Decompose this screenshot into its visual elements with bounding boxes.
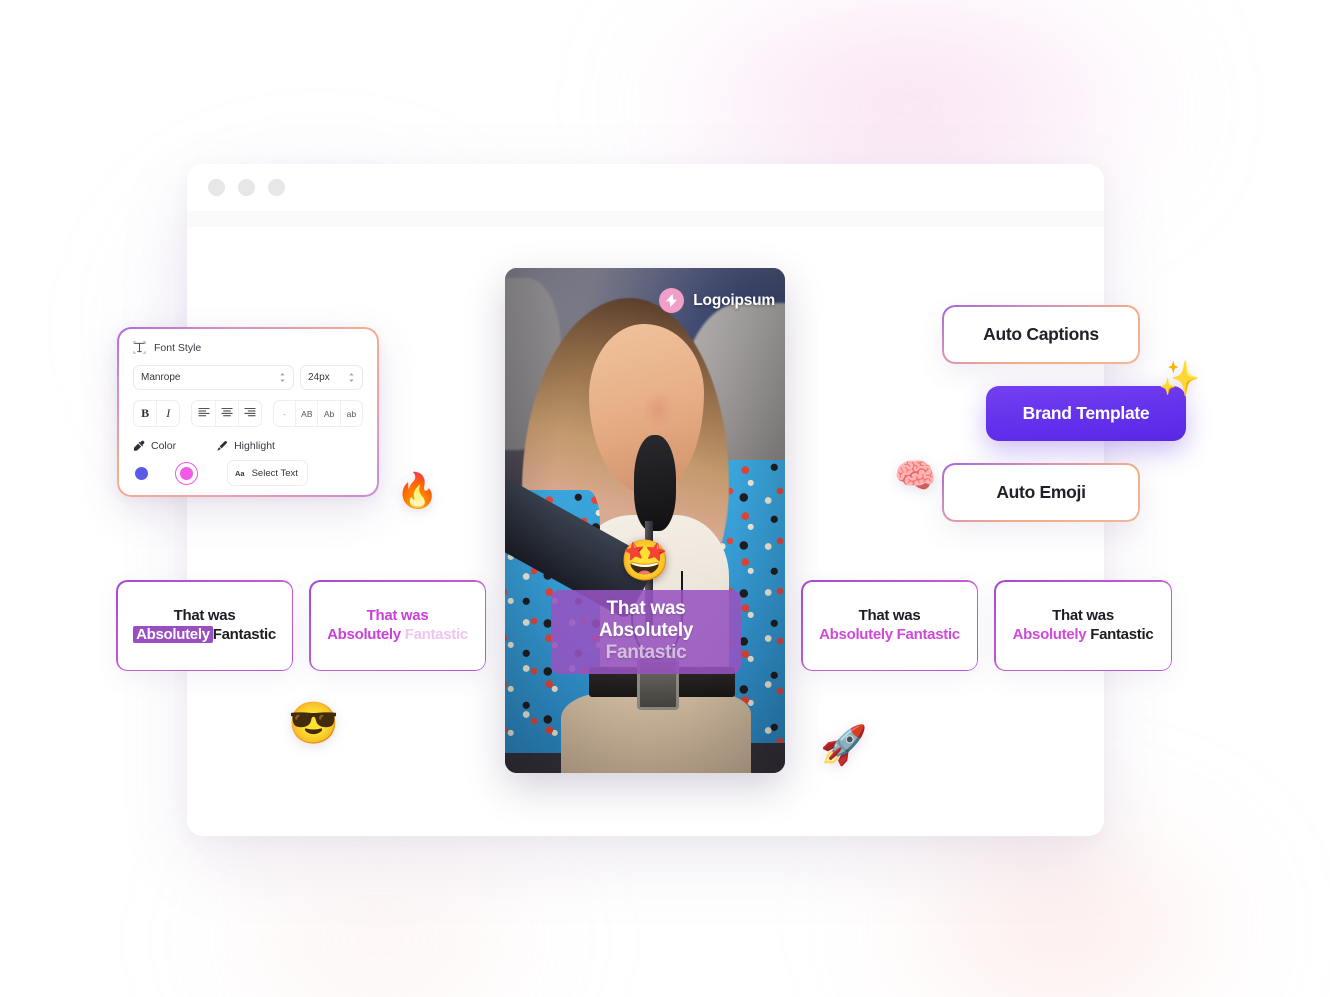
caption-line1: That was: [173, 607, 236, 625]
color-swatch[interactable]: [135, 466, 148, 480]
video-vignette: [505, 268, 785, 773]
caption-style-card-mixed[interactable]: That was Absolutely Fantastic: [994, 580, 1172, 671]
window-close-dot[interactable]: [208, 179, 225, 196]
video-logo-text: Logoipsum: [693, 291, 775, 309]
feature-chip-brand-template[interactable]: Brand Template: [986, 386, 1186, 441]
video-logo-watermark: Logoipsum: [659, 288, 775, 313]
bold-label: B: [141, 406, 150, 420]
caption-card-text: That was Absolutely Fantastic: [327, 607, 468, 644]
align-left-button[interactable]: [192, 401, 216, 426]
font-family-select[interactable]: Manrope: [133, 365, 294, 390]
caption-line1: That was: [858, 607, 921, 625]
case-none-button[interactable]: -: [273, 401, 297, 426]
case-lowercase-button[interactable]: ab: [340, 401, 362, 426]
caption-card-text: That was Absolutely Fantastic: [819, 607, 960, 644]
sunglasses-emoji: 😎: [288, 700, 340, 746]
eyedropper-icon: [133, 440, 145, 452]
brain-emoji: 🧠: [894, 457, 937, 495]
page-root: Logoipsum 🤩 That was Absolutely Fantasti…: [0, 0, 1330, 997]
caption-style-card-fade[interactable]: That was Absolutely Fantastic: [309, 580, 486, 671]
video-preview-card[interactable]: Logoipsum 🤩 That was Absolutely Fantasti…: [505, 268, 785, 773]
case-uppercase-button[interactable]: AB: [296, 401, 319, 426]
window-minimize-dot[interactable]: [238, 179, 255, 196]
bold-button[interactable]: B: [134, 401, 158, 426]
highlight-swatch: [180, 466, 193, 480]
sparkles-emoji: ✨: [1158, 360, 1201, 398]
font-style-panel-title: Font Style: [154, 341, 202, 354]
italic-button[interactable]: I: [157, 401, 180, 426]
font-style-panel[interactable]: Font Style Manrope 24px B I - AB Ab ab C…: [117, 327, 379, 497]
rocket-emoji: 🚀: [820, 725, 868, 767]
stepper-icon[interactable]: [279, 372, 286, 383]
select-text-label: Select Text: [251, 467, 298, 479]
swatch-row: Aa Select Text: [133, 460, 363, 486]
video-caption-line1: That was: [606, 598, 686, 619]
caption-card-text: That was Absolutely Fantastic: [1013, 607, 1154, 644]
font-style-panel-header: Font Style: [133, 341, 363, 354]
video-caption-overlay[interactable]: That was Absolutely Fantastic: [551, 590, 741, 675]
align-left-icon: [197, 407, 210, 420]
color-label-group: Color: [133, 440, 176, 452]
color-section-header: Color Highlight: [133, 440, 363, 452]
caption-style-card-magenta[interactable]: That was Absolutely Fantastic: [801, 580, 978, 671]
font-size-select[interactable]: 24px: [300, 365, 363, 390]
align-right-icon: [244, 407, 256, 420]
stepper-icon[interactable]: [348, 372, 355, 383]
feature-chip-auto-captions[interactable]: Auto Captions: [942, 305, 1140, 364]
color-label: Color: [151, 440, 177, 452]
caption-line2: Absolutely Fantastic: [819, 625, 960, 643]
highlight-swatch-selected[interactable]: [175, 461, 198, 485]
video-caption-word-dim: Fantastic: [605, 642, 687, 664]
italic-label: I: [166, 406, 171, 420]
caption-word-plain: Fantastic: [1090, 625, 1154, 643]
align-center-button[interactable]: [215, 401, 239, 426]
caption-word-strong: Absolutely: [327, 625, 401, 643]
video-caption-word-strong: Absolutely: [598, 620, 694, 642]
window-titlebar: [187, 164, 1104, 211]
video-sticker-emoji[interactable]: 🤩: [620, 541, 670, 581]
caption-word-faded: Fantastic: [404, 625, 468, 643]
font-size-value: 24px: [308, 372, 330, 383]
text-format-group: B I: [133, 400, 181, 427]
window-toolbar-strip: [187, 211, 1104, 227]
caption-line1: That was: [1052, 607, 1114, 625]
feature-chip-label: Auto Captions: [983, 324, 1099, 344]
fire-emoji: 🔥: [396, 472, 439, 510]
feature-chip-auto-emoji[interactable]: Auto Emoji: [942, 463, 1140, 522]
aa-icon: Aa: [235, 468, 245, 478]
text-case-group: - AB Ab ab: [272, 400, 363, 427]
case-titlecase-button[interactable]: Ab: [318, 401, 341, 426]
highlight-label: Highlight: [234, 440, 275, 452]
align-center-icon: [221, 407, 233, 420]
feature-chip-label: Auto Emoji: [996, 482, 1086, 502]
feature-chip-label: Brand Template: [1022, 403, 1150, 423]
align-right-button[interactable]: [238, 401, 261, 426]
formatting-toolbar: B I - AB Ab ab: [133, 400, 363, 427]
lightning-bolt-icon: [659, 288, 685, 313]
text-style-icon: [133, 341, 146, 354]
caption-word-plain: Fantastic: [212, 625, 276, 643]
window-maximize-dot[interactable]: [268, 179, 285, 196]
select-text-button[interactable]: Aa Select Text: [227, 460, 308, 486]
font-fields-row: Manrope 24px: [133, 365, 363, 390]
caption-word-strong: Absolutely: [1012, 625, 1087, 643]
highlight-label-group: Highlight: [216, 440, 275, 452]
caption-word-highlighted: Absolutely: [133, 625, 213, 643]
video-frame-image: [505, 268, 785, 773]
caption-line1: That was: [366, 607, 429, 625]
brush-icon: [216, 440, 228, 452]
text-align-group: [191, 400, 262, 427]
caption-style-card-highlight[interactable]: That was Absolutely Fantastic: [116, 580, 293, 671]
caption-card-text: That was Absolutely Fantastic: [133, 607, 276, 644]
font-family-value: Manrope: [141, 372, 181, 383]
